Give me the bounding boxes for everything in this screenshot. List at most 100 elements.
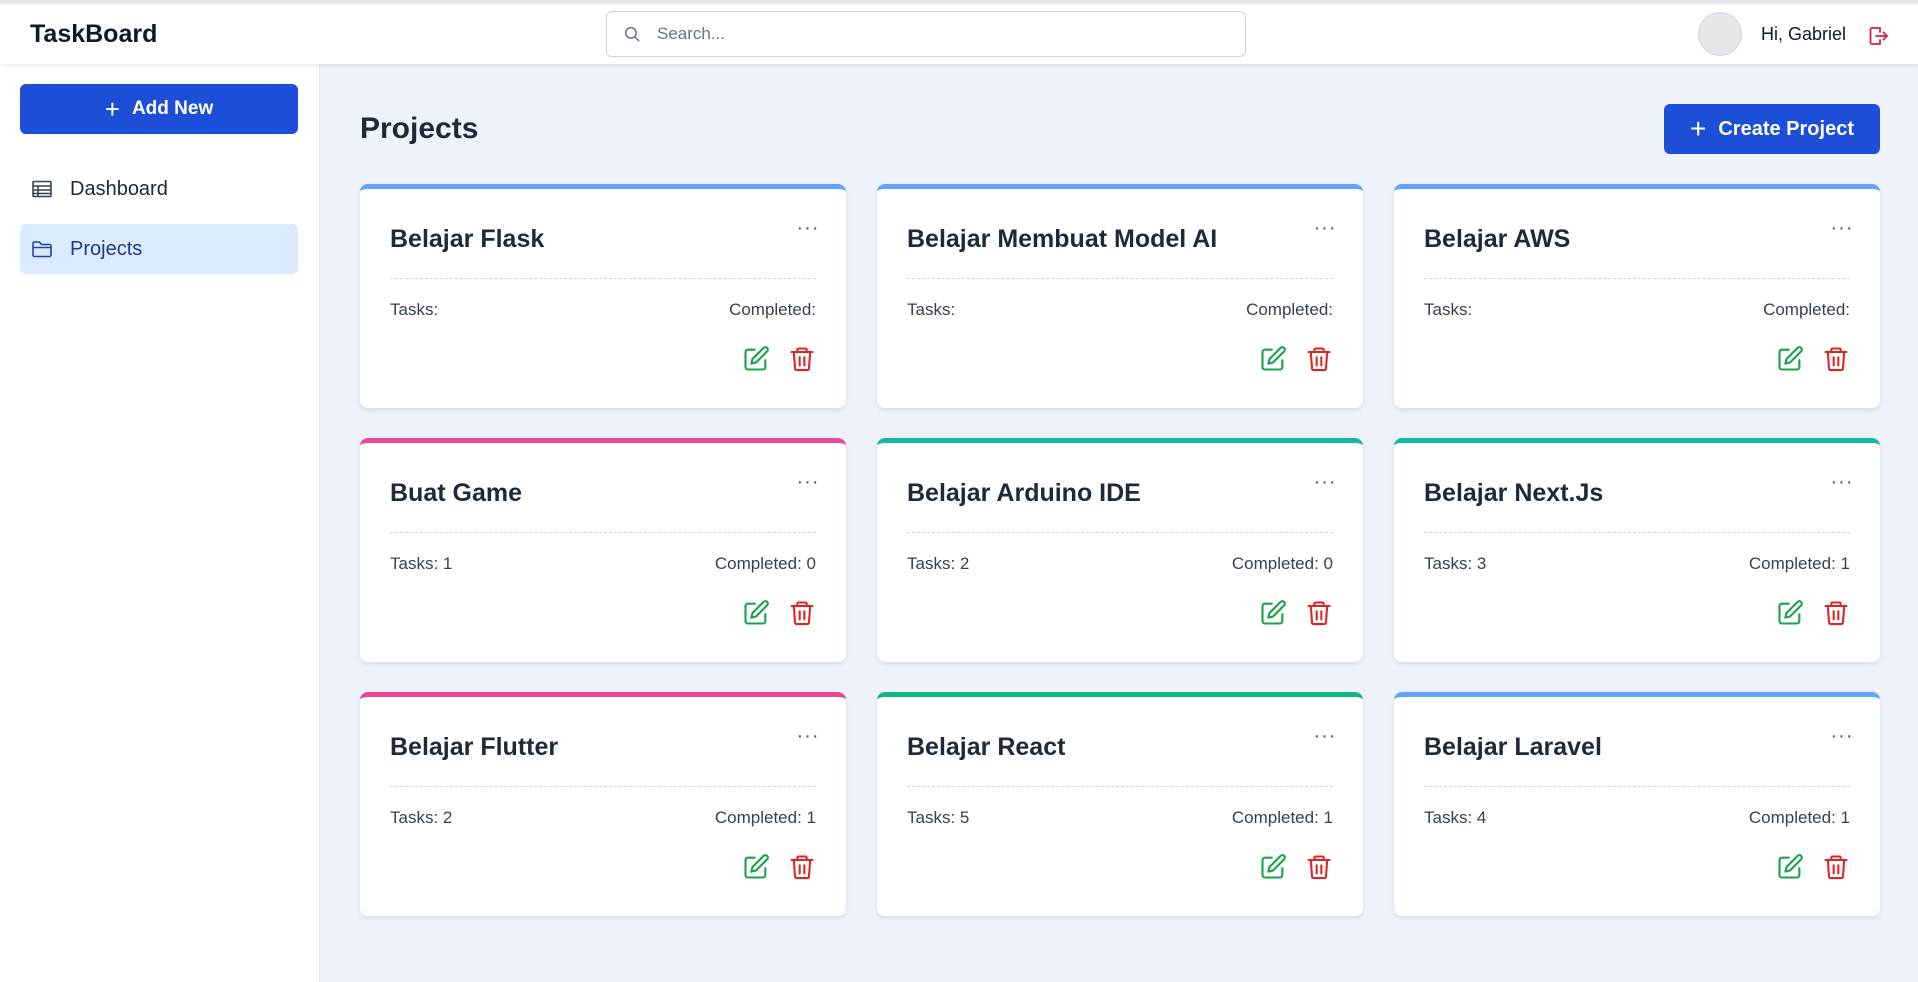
- delete-button[interactable]: [788, 599, 816, 627]
- completed-count: Completed:: [1763, 300, 1850, 319]
- completed-count: Completed:: [729, 300, 816, 319]
- project-card[interactable]: Buat Game ··· Tasks: 1 Completed: 0: [360, 438, 846, 662]
- folder-icon: [32, 241, 52, 258]
- project-card[interactable]: Belajar Flask ··· Tasks: Completed:: [360, 184, 846, 408]
- project-title[interactable]: Belajar Flutter: [390, 733, 558, 762]
- card-divider: [1424, 278, 1850, 279]
- search-box[interactable]: [606, 11, 1246, 57]
- project-title[interactable]: Belajar Arduino IDE: [907, 479, 1141, 508]
- sidebar-item-label: Dashboard: [70, 177, 168, 200]
- more-options-icon[interactable]: ···: [1309, 472, 1341, 494]
- sidebar: + Add New Dashboard Projects: [0, 64, 320, 982]
- task-count: Tasks:: [907, 300, 956, 319]
- project-card[interactable]: Belajar AWS ··· Tasks: Completed:: [1394, 184, 1880, 408]
- completed-count: Completed: 1: [714, 808, 816, 827]
- edit-icon: [744, 600, 769, 625]
- task-count: Tasks: 4: [1424, 808, 1487, 827]
- more-options-icon[interactable]: ···: [1826, 218, 1858, 240]
- card-divider: [390, 786, 816, 787]
- delete-button[interactable]: [1822, 853, 1850, 881]
- project-title[interactable]: Belajar Membuat Model AI: [907, 225, 1217, 254]
- project-title[interactable]: Belajar Laravel: [1424, 733, 1602, 762]
- delete-button[interactable]: [1822, 599, 1850, 627]
- delete-button[interactable]: [788, 853, 816, 881]
- project-card[interactable]: Belajar Next.Js ··· Tasks: 3 Completed: 1: [1394, 438, 1880, 662]
- create-project-button[interactable]: + Create Project: [1664, 104, 1880, 154]
- card-divider: [390, 278, 816, 279]
- completed-count: Completed: 0: [714, 554, 816, 573]
- logout-icon[interactable]: [1866, 24, 1890, 48]
- edit-button[interactable]: [742, 599, 770, 627]
- edit-button[interactable]: [1776, 853, 1804, 881]
- more-options-icon[interactable]: ···: [792, 218, 824, 240]
- completed-count: Completed:: [1246, 300, 1333, 319]
- project-title[interactable]: Belajar React: [907, 733, 1065, 762]
- edit-button[interactable]: [742, 853, 770, 881]
- card-divider: [907, 786, 1333, 787]
- task-count: Tasks: 5: [907, 808, 970, 827]
- completed-count: Completed: 1: [1231, 808, 1333, 827]
- edit-button[interactable]: [1259, 853, 1287, 881]
- plus-icon: +: [104, 94, 120, 124]
- edit-icon: [1778, 346, 1803, 371]
- edit-icon: [744, 854, 769, 879]
- completed-count: Completed: 1: [1748, 808, 1850, 827]
- project-card[interactable]: Belajar Arduino IDE ··· Tasks: 2 Completed:…: [877, 438, 1363, 662]
- sidebar-item-dashboard[interactable]: Dashboard: [20, 164, 298, 214]
- more-options-icon[interactable]: ···: [792, 472, 824, 494]
- card-divider: [907, 278, 1333, 279]
- sidebar-item-projects[interactable]: Projects: [20, 224, 298, 274]
- task-count: Tasks: 3: [1424, 554, 1487, 573]
- trash-icon: [1824, 601, 1848, 626]
- task-count: Tasks: 2: [907, 554, 970, 573]
- project-title[interactable]: Buat Game: [390, 479, 522, 508]
- more-options-icon[interactable]: ···: [792, 726, 824, 748]
- task-count: Tasks: 2: [390, 808, 453, 827]
- more-options-icon[interactable]: ···: [1309, 726, 1341, 748]
- trash-icon: [1307, 855, 1331, 880]
- delete-button[interactable]: [1305, 853, 1333, 881]
- app-brand[interactable]: TaskBoard: [30, 20, 157, 49]
- sidebar-item-label: Projects: [70, 237, 143, 260]
- page-title: Projects: [360, 112, 479, 145]
- more-options-icon[interactable]: ···: [1826, 726, 1858, 748]
- edit-icon: [1778, 854, 1803, 879]
- more-options-icon[interactable]: ···: [1826, 472, 1858, 494]
- search-icon: [624, 26, 640, 42]
- user-greeting: Hi, Gabriel: [1761, 24, 1847, 44]
- delete-button[interactable]: [1305, 345, 1333, 373]
- edit-button[interactable]: [1259, 599, 1287, 627]
- edit-button[interactable]: [742, 345, 770, 373]
- trash-icon: [1824, 347, 1848, 372]
- trash-icon: [1824, 855, 1848, 880]
- project-card[interactable]: Belajar Laravel ··· Tasks: 4 Completed: 1: [1394, 692, 1880, 916]
- edit-icon: [744, 346, 769, 371]
- plus-icon: +: [1690, 113, 1707, 144]
- task-count: Tasks: 1: [390, 554, 453, 573]
- trash-icon: [790, 855, 814, 880]
- delete-button[interactable]: [1305, 599, 1333, 627]
- add-new-button[interactable]: + Add New: [20, 84, 298, 134]
- edit-icon: [1778, 600, 1803, 625]
- project-card[interactable]: Belajar Membuat Model AI ··· Tasks: Complet…: [877, 184, 1363, 408]
- completed-count: Completed: 0: [1231, 554, 1333, 573]
- edit-icon: [1261, 346, 1286, 371]
- project-title[interactable]: Belajar Flask: [390, 225, 544, 254]
- project-card[interactable]: Belajar Flutter ··· Tasks: 2 Completed: 1: [360, 692, 846, 916]
- project-title[interactable]: Belajar Next.Js: [1424, 479, 1603, 508]
- trash-icon: [1307, 601, 1331, 626]
- edit-button[interactable]: [1259, 345, 1287, 373]
- delete-button[interactable]: [1822, 345, 1850, 373]
- edit-button[interactable]: [1776, 599, 1804, 627]
- project-card[interactable]: Belajar React ··· Tasks: 5 Completed: 1: [877, 692, 1363, 916]
- edit-icon: [1261, 854, 1286, 879]
- edit-button[interactable]: [1776, 345, 1804, 373]
- task-count: Tasks:: [1424, 300, 1473, 319]
- more-options-icon[interactable]: ···: [1309, 218, 1341, 240]
- card-divider: [1424, 532, 1850, 533]
- task-count: Tasks:: [390, 300, 439, 319]
- delete-button[interactable]: [788, 345, 816, 373]
- avatar[interactable]: [1698, 12, 1742, 56]
- project-title[interactable]: Belajar AWS: [1424, 225, 1570, 254]
- search-input[interactable]: [657, 12, 1227, 56]
